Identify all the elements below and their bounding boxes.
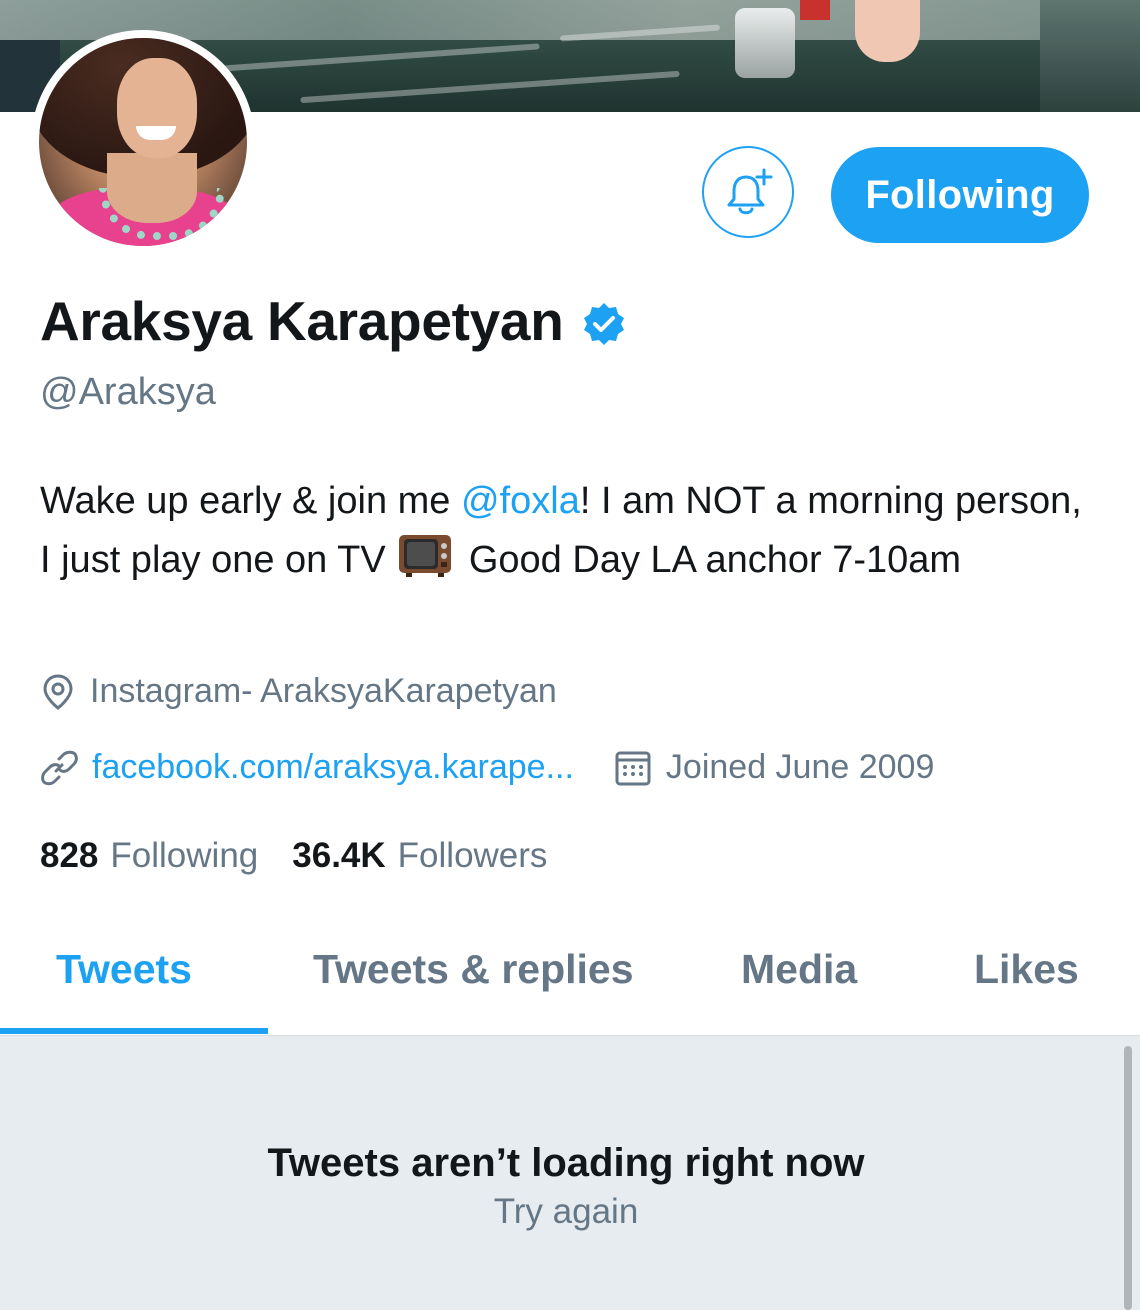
television-emoji-icon [399, 535, 452, 577]
calendar-icon [615, 751, 651, 785]
followers-count-link[interactable]: 36.4K Followers [292, 836, 547, 876]
profile-location: Instagram- AraksyaKarapetyan [40, 672, 557, 711]
avatar[interactable] [39, 38, 247, 246]
following-count-link[interactable]: 828 Following [40, 836, 258, 876]
bell-plus-icon [727, 168, 773, 215]
website-link[interactable]: facebook.com/araksya.karape... [92, 748, 574, 787]
profile-tabs: Tweets Tweets & replies Media Likes [0, 920, 1140, 1036]
location-text: Instagram- AraksyaKarapetyan [90, 672, 557, 710]
followers-label: Followers [397, 836, 548, 875]
link-icon [41, 750, 78, 785]
profile-bio: Wake up early & join me @foxla! I am NOT… [40, 480, 1082, 581]
notifications-button[interactable] [702, 146, 794, 238]
profile-meta-row: facebook.com/araksya.karape... Joined Ju… [40, 748, 934, 787]
timeline-error-message: Tweets aren’t loading right now [267, 1141, 865, 1185]
following-label: Following [110, 836, 259, 875]
profile-name-row: Araksya Karapetyan [40, 286, 626, 356]
mention-link[interactable]: @foxla [461, 480, 580, 522]
following-button[interactable]: Following [831, 147, 1089, 243]
profile-handle: @Araksya [40, 371, 216, 413]
tab-likes[interactable]: Likes [974, 946, 1079, 993]
try-again-button[interactable]: Try again [0, 1192, 1132, 1232]
profile-stats: 828 Following 36.4K Followers [40, 836, 547, 876]
following-count: 828 [40, 836, 99, 875]
joined-text: Joined June 2009 [665, 748, 935, 786]
tab-media[interactable]: Media [741, 946, 857, 993]
joined-date: Joined June 2009 [614, 748, 934, 787]
profile-name: Araksya Karapetyan [40, 290, 564, 352]
followers-count: 36.4K [292, 836, 386, 875]
verified-badge-icon [583, 303, 624, 345]
tab-tweets-and-replies[interactable]: Tweets & replies [313, 946, 634, 993]
tab-tweets[interactable]: Tweets [56, 946, 192, 993]
location-pin-icon [43, 673, 73, 710]
active-tab-indicator [0, 1028, 268, 1034]
